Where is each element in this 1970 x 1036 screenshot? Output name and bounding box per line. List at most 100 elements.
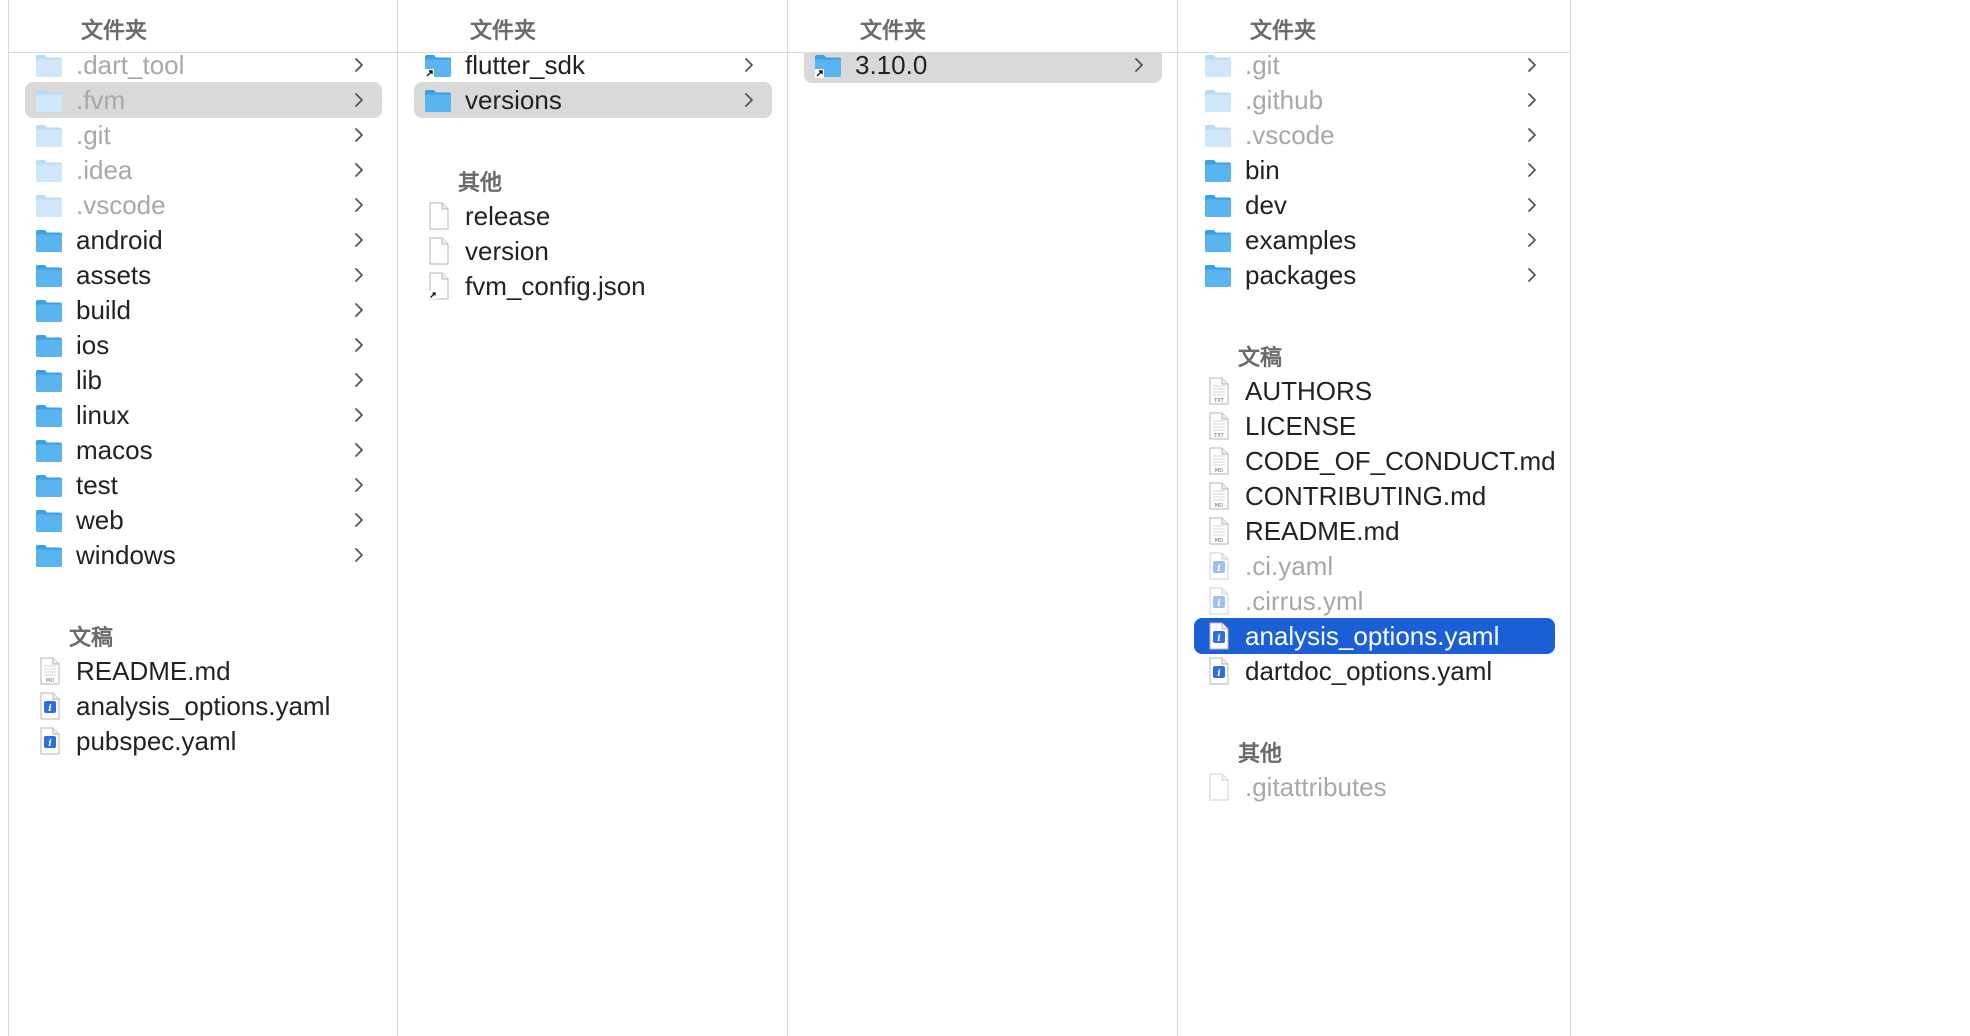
item-label: 3.10.0 [855,50,928,80]
chevron-right-icon [1521,227,1543,253]
chevron-right-icon [348,192,370,218]
blank-document-icon [1203,773,1233,801]
folder-row[interactable]: bin [1194,152,1555,188]
file-row[interactable]: MD CONTRIBUTING.md [1194,478,1555,514]
folder-icon [34,471,64,499]
item-label: .gitattributes [1245,772,1387,802]
section-title: 其他 [458,170,503,195]
folder-row[interactable]: build [25,292,382,328]
chevron-right-icon [348,227,370,253]
chevron-right-icon [348,367,370,393]
folder-icon [34,401,64,429]
chevron-right-icon [348,437,370,463]
svg-text:MD: MD [1215,503,1223,509]
folder-icon [1203,261,1233,289]
yaml-document-icon: i [1203,657,1233,685]
markdown-document-icon: MD [1203,447,1233,475]
file-row[interactable]: i .ci.yaml [1194,548,1555,584]
file-row[interactable]: MD README.md [25,653,382,689]
file-row[interactable]: fvm_config.json [414,268,772,304]
file-row[interactable]: i pubspec.yaml [25,723,382,759]
folder-icon [34,226,64,254]
markdown-document-icon: MD [34,657,64,685]
item-label: .dart_tool [76,50,185,80]
browser-column-3[interactable]: 3.10.0 文件夹 [787,0,1177,1036]
file-row[interactable]: TXT LICENSE [1194,408,1555,444]
chevron-right-icon [348,297,370,323]
chevron-right-icon [348,542,370,568]
svg-text:MD: MD [1215,538,1223,544]
section-title: 文稿 [69,625,114,650]
folder-row[interactable]: ios [25,327,382,363]
section-title: 其他 [1238,741,1283,766]
file-row[interactable]: version [414,233,772,269]
file-row[interactable]: TXT AUTHORS [1194,373,1555,409]
item-label: ios [76,330,110,360]
yaml-document-icon: i [1203,552,1233,580]
column-header: 文件夹 [1178,0,1570,53]
item-label: dartdoc_options.yaml [1245,656,1493,686]
item-label: versions [465,85,562,115]
folder-icon [34,121,64,149]
folder-icon [34,191,64,219]
markdown-document-icon: MD [1203,482,1233,510]
chevron-right-icon [738,87,760,113]
svg-text:i: i [1217,634,1221,644]
item-label: pubspec.yaml [76,726,237,756]
folder-row[interactable]: linux [25,397,382,433]
folder-icon [1203,226,1233,254]
item-label: android [76,225,163,255]
svg-text:MD: MD [1215,468,1223,474]
item-label: macos [76,435,153,465]
folder-row[interactable]: versions [414,82,772,118]
folder-row[interactable]: windows [25,537,382,573]
folder-row[interactable]: .vscode [1194,117,1555,153]
folder-row[interactable]: .vscode [25,187,382,223]
folder-row[interactable]: assets [25,257,382,293]
folder-row[interactable]: android [25,222,382,258]
file-row[interactable]: release [414,198,772,234]
folder-row[interactable]: lib [25,362,382,398]
chevron-right-icon [1521,87,1543,113]
file-row[interactable]: MD CODE_OF_CONDUCT.md [1194,443,1556,479]
folder-row[interactable]: packages [1194,257,1555,293]
folder-row[interactable]: .fvm [25,82,382,118]
item-label: dev [1245,190,1287,220]
chevron-right-icon [1521,52,1543,78]
chevron-right-icon [348,472,370,498]
folder-row[interactable]: web [25,502,382,538]
browser-column-4[interactable]: .git .github .vscode bin dev examples packages… [1177,0,1570,1036]
item-label: analysis_options.yaml [76,691,331,721]
folder-row[interactable]: test [25,467,382,503]
file-row[interactable]: i dartdoc_options.yaml [1194,653,1555,689]
folder-alias-icon [813,51,843,79]
file-row[interactable]: i .cirrus.yml [1194,583,1555,619]
folder-row[interactable]: macos [25,432,382,468]
yaml-document-icon: i [1203,587,1233,615]
file-row[interactable]: MD README.md [1194,513,1555,549]
item-label: release [465,201,551,231]
column-header-label: 文件夹 [470,18,537,43]
item-label: AUTHORS [1245,376,1373,406]
svg-text:i: i [48,704,52,714]
file-row[interactable]: i analysis_options.yaml [25,688,382,724]
column-header-label: 文件夹 [1250,18,1317,43]
folder-row[interactable]: .github [1194,82,1555,118]
item-label: fvm_config.json [465,271,646,301]
browser-column-2[interactable]: flutter_sdk versions 其他 release version fvm_c… [397,0,787,1036]
file-row[interactable]: .gitattributes [1194,769,1555,805]
folder-icon [34,261,64,289]
item-label: .git [1245,50,1280,80]
blank-document-icon [423,202,453,230]
column-header: 文件夹 [788,0,1177,53]
folder-row[interactable]: .git [25,117,382,153]
chevron-right-icon [1521,157,1543,183]
folder-row[interactable]: .idea [25,152,382,188]
browser-column-1[interactable]: .dart_tool .fvm .git .idea .vscode android ass… [8,0,397,1036]
file-row[interactable]: i analysis_options.yaml [1194,618,1555,654]
column-header-label: 文件夹 [860,18,927,43]
folder-row[interactable]: examples [1194,222,1555,258]
svg-text:i: i [1217,564,1221,574]
folder-row[interactable]: dev [1194,187,1555,223]
folder-icon [34,156,64,184]
